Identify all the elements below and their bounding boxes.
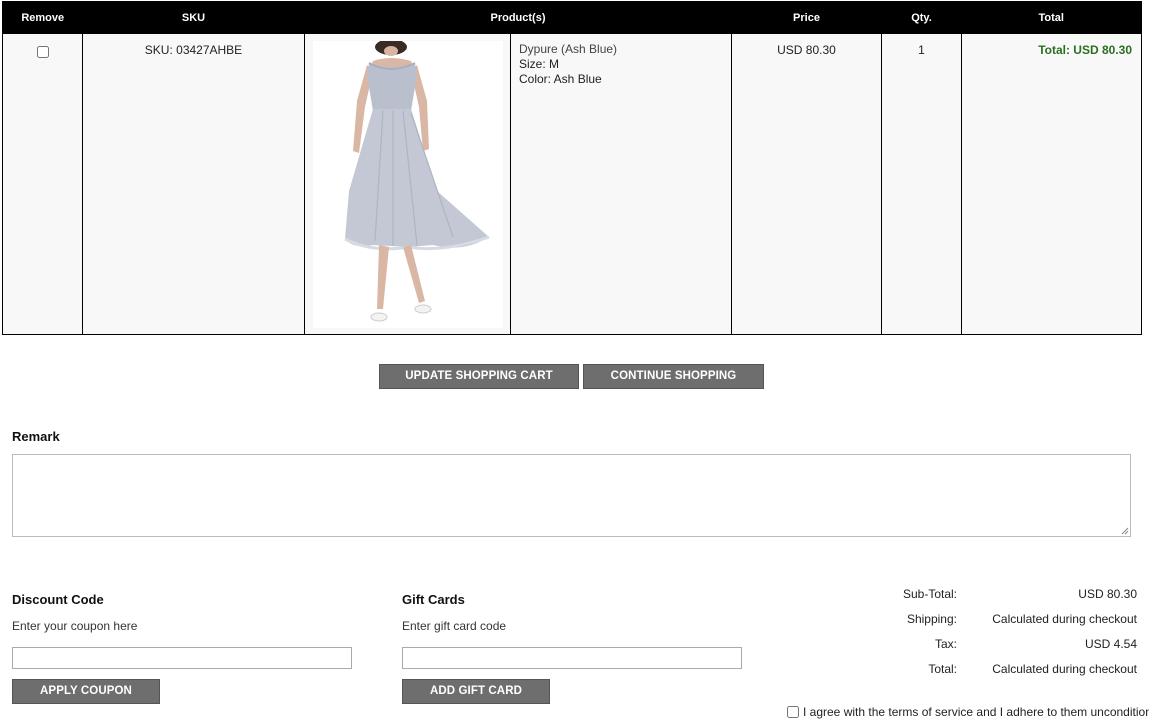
resize-grip-icon[interactable] [1120,526,1129,535]
continue-shopping-button[interactable]: CONTINUE SHOPPING [583,364,764,389]
remark-label: Remark [12,429,60,444]
dress-product-image[interactable] [313,41,503,328]
total-cell: Total: USD 80.30 [961,33,1142,335]
header-price: Price [731,1,882,34]
product-color: Color: Ash Blue [519,72,602,86]
shipping-row: Shipping: Calculated during checkout [790,612,1137,637]
tax-row: Tax: USD 4.54 [790,637,1137,662]
grand-total-label: Total: [928,662,957,676]
remove-item-checkbox[interactable] [36,46,49,58]
product-image-cell [304,33,511,335]
price-cell: USD 80.30 [731,33,882,335]
sku-value: SKU: 03427AHBE [144,43,243,57]
product-qty[interactable]: 1 [882,34,961,57]
terms-agreement[interactable]: I agree with the terms of service and I … [787,705,1149,719]
header-total: Total [961,1,1142,34]
header-qty: Qty. [881,1,962,34]
table-row: SKU: 03427AHBE Dypure (Ash Blue) Size: M… [2,33,1142,335]
apply-coupon-button[interactable]: APPLY COUPON [12,679,160,704]
product-price: USD 80.30 [777,43,836,57]
update-cart-button[interactable]: UPDATE SHOPPING CART [379,364,579,389]
remark-textarea[interactable] [12,454,1131,537]
gift-card-input[interactable] [402,647,742,669]
tax-value: USD 4.54 [1084,637,1137,651]
product-size: Size: M [519,57,560,71]
order-totals: Sub-Total: USD 80.30 Shipping: Calculate… [790,587,1137,687]
shipping-label: Shipping: [906,612,957,626]
terms-label: I agree with the terms of service and I … [803,705,1149,719]
discount-hint: Enter your coupon here [12,619,138,633]
coupon-input[interactable] [12,647,352,669]
shipping-value: Calculated during checkout [992,612,1137,626]
add-gift-card-button[interactable]: ADD GIFT CARD [402,679,550,704]
cart-header-row: Remove SKU Product(s) Price Qty. Total [2,1,1142,34]
grand-total-row: Total: Calculated during checkout [790,662,1137,687]
header-sku: SKU [82,1,305,34]
discount-title: Discount Code [12,592,104,607]
gift-title: Gift Cards [402,592,465,607]
header-products: Product(s) [304,1,732,34]
product-details-cell: Dypure (Ash Blue) Size: M Color: Ash Blu… [510,33,732,335]
subtotal-value: USD 80.30 [1078,587,1137,601]
subtotal-label: Sub-Total: [902,587,957,601]
cart-table: Remove SKU Product(s) Price Qty. Total S… [2,1,1142,335]
terms-checkbox[interactable] [787,706,799,718]
gift-hint: Enter gift card code [402,619,507,633]
product-name[interactable]: Dypure (Ash Blue) [519,42,731,57]
grand-total-value: Calculated during checkout [992,662,1137,676]
line-total: Total: USD 80.30 [1038,43,1132,57]
tax-label: Tax: [934,637,957,651]
subtotal-row: Sub-Total: USD 80.30 [790,587,1137,612]
qty-cell: 1 [881,33,962,335]
header-remove: Remove [2,1,83,34]
sku-cell: SKU: 03427AHBE [82,33,305,335]
remove-cell [2,33,83,335]
